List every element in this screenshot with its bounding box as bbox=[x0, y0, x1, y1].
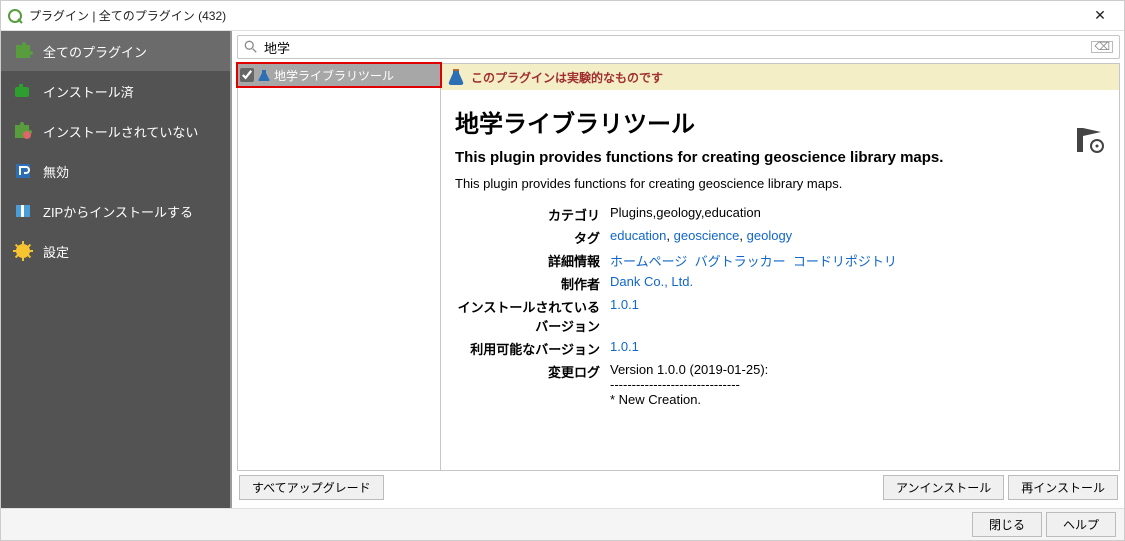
puzzle-icon bbox=[13, 41, 33, 61]
experimental-flask-icon bbox=[258, 69, 270, 81]
meta-value-category: Plugins,geology,education bbox=[610, 205, 1105, 224]
puzzle-add-icon bbox=[13, 121, 33, 141]
uninstall-button[interactable]: アンインストール bbox=[883, 475, 1004, 500]
sidebar: 全てのプラグイン インストール済 インストールされていない 無効 ZIPからイン… bbox=[1, 31, 231, 508]
search-input[interactable] bbox=[264, 37, 1091, 57]
plugin-detail: このプラグインは実験的なものです 地学ライブラリツール This plugin … bbox=[441, 63, 1120, 471]
window-title: プラグイン | 全てのプラグイン (432) bbox=[29, 7, 1084, 24]
meta-label-author: 制作者 bbox=[455, 274, 610, 293]
changelog-line: * New Creation. bbox=[610, 392, 1105, 407]
meta-label-avail-ver: 利用可能なバージョン bbox=[455, 339, 610, 358]
changelog-line: ------------------------------ bbox=[610, 377, 1105, 392]
meta-label-moreinfo: 詳細情報 bbox=[455, 251, 610, 270]
upgrade-all-button[interactable]: すべてアップグレード bbox=[239, 475, 384, 500]
plugin-list: 地学ライブラリツール bbox=[237, 63, 441, 471]
invalid-icon bbox=[13, 161, 33, 181]
meta-value-author: Dank Co., Ltd. bbox=[610, 274, 1105, 293]
meta-value-tag: education, geoscience, geology bbox=[610, 228, 1105, 247]
link-homepage[interactable]: ホームページ bbox=[610, 254, 687, 269]
plugin-meta: カテゴリPlugins,geology,education タグeducatio… bbox=[455, 205, 1105, 407]
sidebar-item-zip[interactable]: ZIPからインストールする bbox=[1, 191, 231, 231]
puzzle-ext-icon bbox=[13, 81, 33, 101]
tag-link-geology[interactable]: geology bbox=[747, 228, 793, 243]
close-button[interactable]: 閉じる bbox=[972, 512, 1042, 537]
changelog-line: Version 1.0.0 (2019-01-25): bbox=[610, 362, 1105, 377]
sidebar-item-label: インストールされていない bbox=[43, 122, 198, 141]
reinstall-button[interactable]: 再インストール bbox=[1008, 475, 1118, 500]
meta-value-changelog: Version 1.0.0 (2019-01-25):-------------… bbox=[610, 362, 1105, 407]
meta-label-category: カテゴリ bbox=[455, 205, 610, 224]
sidebar-item-not-installed[interactable]: インストールされていない bbox=[1, 111, 231, 151]
gear-icon bbox=[13, 241, 33, 261]
meta-value-installed-ver: 1.0.1 bbox=[610, 297, 1105, 335]
app-icon bbox=[7, 8, 23, 24]
sidebar-resize-handle[interactable] bbox=[230, 31, 232, 508]
meta-label-changelog: 変更ログ bbox=[455, 362, 610, 407]
close-icon[interactable]: ✕ bbox=[1084, 7, 1116, 24]
meta-label-installed-ver: インストールされているバージョン bbox=[455, 297, 610, 335]
zip-icon bbox=[13, 201, 33, 221]
tag-link-geoscience[interactable]: geoscience bbox=[674, 228, 740, 243]
link-coderepo[interactable]: コードリポジトリ bbox=[793, 254, 897, 269]
flask-icon bbox=[447, 68, 465, 86]
sidebar-item-label: 設定 bbox=[43, 242, 69, 261]
meta-value-avail-ver: 1.0.1 bbox=[610, 339, 1105, 358]
warning-text: このプラグインは実験的なものです bbox=[471, 69, 663, 86]
sidebar-item-invalid[interactable]: 無効 bbox=[1, 151, 231, 191]
sidebar-item-label: 全てのプラグイン bbox=[43, 42, 147, 61]
sidebar-item-settings[interactable]: 設定 bbox=[1, 231, 231, 271]
sidebar-item-all[interactable]: 全てのプラグイン bbox=[1, 31, 231, 71]
titlebar: プラグイン | 全てのプラグイン (432) ✕ bbox=[1, 1, 1124, 31]
link-bugtracker[interactable]: バグトラッカー bbox=[695, 254, 786, 269]
action-buttonbar: すべてアップグレード アンインストール 再インストール bbox=[237, 471, 1120, 504]
meta-value-moreinfo: ホームページ バグトラッカー コードリポジトリ bbox=[610, 251, 1105, 270]
dialog-buttonbar: 閉じる ヘルプ bbox=[1, 508, 1124, 540]
plugin-list-item[interactable]: 地学ライブラリツール bbox=[238, 64, 440, 86]
plugin-logo-icon bbox=[1073, 124, 1105, 156]
plugin-subtitle: This plugin provides functions for creat… bbox=[455, 149, 1105, 166]
sidebar-item-installed[interactable]: インストール済 bbox=[1, 71, 231, 111]
help-button[interactable]: ヘルプ bbox=[1046, 512, 1116, 537]
sidebar-item-label: ZIPからインストールする bbox=[43, 202, 193, 221]
plugin-description: This plugin provides functions for creat… bbox=[455, 176, 1105, 191]
clear-search-icon[interactable]: ⌫ bbox=[1091, 41, 1113, 53]
search-row: ⌫ bbox=[237, 35, 1120, 59]
author-link[interactable]: Dank Co., Ltd. bbox=[610, 274, 693, 289]
installed-ver-link[interactable]: 1.0.1 bbox=[610, 297, 639, 312]
plugin-enable-checkbox[interactable] bbox=[240, 68, 254, 82]
plugin-item-label: 地学ライブラリツール bbox=[274, 67, 394, 84]
plugin-title: 地学ライブラリツール bbox=[455, 104, 1105, 139]
sidebar-item-label: 無効 bbox=[43, 162, 69, 181]
main-panel: ⌫ 地学ライブラリツール このプラグインは実験的なものです bbox=[231, 31, 1124, 508]
avail-ver-link[interactable]: 1.0.1 bbox=[610, 339, 639, 354]
experimental-warning: このプラグインは実験的なものです bbox=[441, 64, 1119, 90]
sidebar-item-label: インストール済 bbox=[43, 82, 134, 101]
meta-label-tag: タグ bbox=[455, 228, 610, 247]
tag-link-education[interactable]: education bbox=[610, 228, 666, 243]
search-icon bbox=[244, 40, 258, 54]
